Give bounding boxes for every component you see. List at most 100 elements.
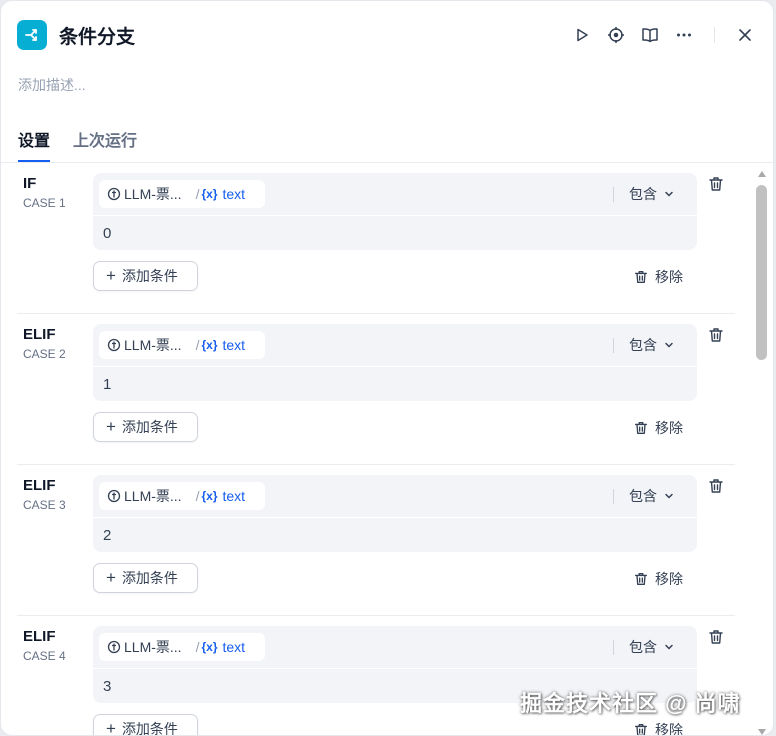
case-block: ELIF CASE 3 LLM-票... / {x} text 包含 2 + 添…	[1, 465, 755, 616]
case-number: CASE 1	[23, 196, 66, 210]
close-icon[interactable]	[733, 23, 757, 47]
operator-select[interactable]: 包含	[629, 486, 674, 506]
add-condition-label: 添加条件	[121, 268, 178, 284]
scroll-down-arrow-icon[interactable]	[758, 729, 766, 735]
variable-selector[interactable]: LLM-票... / {x} text	[99, 633, 265, 661]
scroll-up-arrow-icon[interactable]	[758, 171, 766, 177]
branch-node-icon	[17, 20, 47, 50]
operator-select[interactable]: 包含	[629, 335, 674, 355]
condition-row: LLM-票... / {x} text 包含 2	[93, 475, 697, 552]
chevron-down-icon	[665, 644, 673, 650]
node-title[interactable]: 条件分支	[59, 22, 135, 49]
case-keyword: ELIF	[23, 628, 56, 645]
trash-icon	[635, 573, 647, 585]
remove-case-label: 移除	[655, 571, 683, 587]
header-actions	[560, 19, 757, 51]
remove-case-button[interactable]: 移除	[633, 569, 683, 589]
variable-separator: /	[195, 488, 200, 504]
remove-case-button[interactable]: 移除	[633, 267, 683, 287]
llm-node-icon	[107, 338, 121, 352]
trash-icon	[635, 422, 647, 434]
header-divider	[714, 27, 715, 43]
variable-icon: {x}	[201, 187, 218, 201]
locate-icon[interactable]	[604, 23, 628, 47]
condition-value-input[interactable]: 0	[103, 225, 111, 242]
variable-selector[interactable]: LLM-票... / {x} text	[99, 482, 265, 510]
variable-node: LLM-票...	[107, 486, 182, 506]
variable-selector[interactable]: LLM-票... / {x} text	[99, 331, 265, 359]
condition-row: LLM-票... / {x} text 包含 0	[93, 173, 697, 250]
operator-divider	[613, 489, 614, 504]
panel-header: 条件分支	[17, 19, 757, 51]
condition-value-input[interactable]: 3	[103, 678, 111, 695]
case-number: CASE 4	[23, 649, 66, 663]
variable-icon: {x}	[201, 640, 218, 654]
llm-node-icon	[107, 187, 121, 201]
delete-condition-icon[interactable]	[707, 326, 727, 346]
case-list: IF CASE 1 LLM-票... / {x} text 包含 0 + 添加条…	[1, 163, 755, 736]
add-condition-button[interactable]: + 添加条件	[93, 412, 198, 442]
plus-icon: +	[106, 568, 116, 587]
remove-case-label: 移除	[655, 420, 683, 436]
variable-node-label: LLM-票...	[124, 337, 182, 353]
run-icon[interactable]	[570, 23, 594, 47]
delete-condition-icon[interactable]	[707, 175, 727, 195]
operator-label: 包含	[629, 186, 657, 202]
variable-node: LLM-票...	[107, 637, 182, 657]
operator-divider	[613, 338, 614, 353]
condition-divider	[93, 668, 697, 669]
case-number: CASE 2	[23, 347, 66, 361]
add-condition-label: 添加条件	[121, 419, 178, 435]
scrollbar-thumb[interactable]	[756, 185, 767, 360]
condition-value-input[interactable]: 1	[103, 376, 111, 393]
trash-icon	[635, 271, 647, 283]
case-block: ELIF CASE 4 LLM-票... / {x} text 包含 3 + 添…	[1, 616, 755, 736]
operator-divider	[613, 187, 614, 202]
variable-name: text	[222, 337, 246, 353]
variable-node-label: LLM-票...	[124, 488, 182, 504]
vertical-scrollbar[interactable]	[755, 163, 769, 735]
variable-separator: /	[195, 337, 200, 353]
tab-last-run[interactable]: 上次运行	[73, 127, 137, 162]
case-block: IF CASE 1 LLM-票... / {x} text 包含 0 + 添加条…	[1, 163, 755, 314]
condition-value-input[interactable]: 2	[103, 527, 111, 544]
variable-icon: {x}	[201, 489, 218, 503]
llm-node-icon	[107, 489, 121, 503]
case-keyword: ELIF	[23, 326, 56, 343]
add-condition-button[interactable]: + 添加条件	[93, 714, 198, 736]
variable-node: LLM-票...	[107, 184, 182, 204]
case-block: ELIF CASE 2 LLM-票... / {x} text 包含 1 + 添…	[1, 314, 755, 465]
tab-settings[interactable]: 设置	[18, 127, 51, 162]
variable-separator: /	[195, 639, 200, 655]
delete-condition-icon[interactable]	[707, 628, 727, 648]
remove-case-label: 移除	[655, 722, 683, 736]
remove-case-button[interactable]: 移除	[633, 720, 683, 736]
condition-divider	[93, 366, 697, 367]
operator-select[interactable]: 包含	[629, 184, 674, 204]
case-keyword: ELIF	[23, 477, 56, 494]
case-keyword: IF	[23, 175, 37, 192]
plus-icon: +	[106, 266, 116, 285]
more-icon[interactable]	[672, 23, 696, 47]
variable-selector[interactable]: LLM-票... / {x} text	[99, 180, 265, 208]
add-condition-button[interactable]: + 添加条件	[93, 261, 198, 291]
condition-divider	[93, 215, 697, 216]
plus-icon: +	[106, 719, 116, 736]
variable-name: text	[222, 186, 246, 202]
case-number: CASE 3	[23, 498, 66, 512]
node-config-panel: 条件分支 添加描述... 设置 上次运行 IF CASE 1 LLM-票... …	[0, 0, 774, 736]
tab-bar: 设置 上次运行	[1, 119, 773, 163]
operator-label: 包含	[629, 639, 657, 655]
variable-node: LLM-票...	[107, 335, 182, 355]
description-input[interactable]: 添加描述...	[18, 75, 86, 95]
delete-condition-icon[interactable]	[707, 477, 727, 497]
remove-case-button[interactable]: 移除	[633, 418, 683, 438]
operator-label: 包含	[629, 488, 657, 504]
condition-row: LLM-票... / {x} text 包含 1	[93, 324, 697, 401]
variable-icon: {x}	[201, 338, 218, 352]
operator-divider	[613, 640, 614, 655]
book-icon[interactable]	[638, 23, 662, 47]
add-condition-button[interactable]: + 添加条件	[93, 563, 198, 593]
variable-name: text	[222, 639, 246, 655]
operator-select[interactable]: 包含	[629, 637, 674, 657]
